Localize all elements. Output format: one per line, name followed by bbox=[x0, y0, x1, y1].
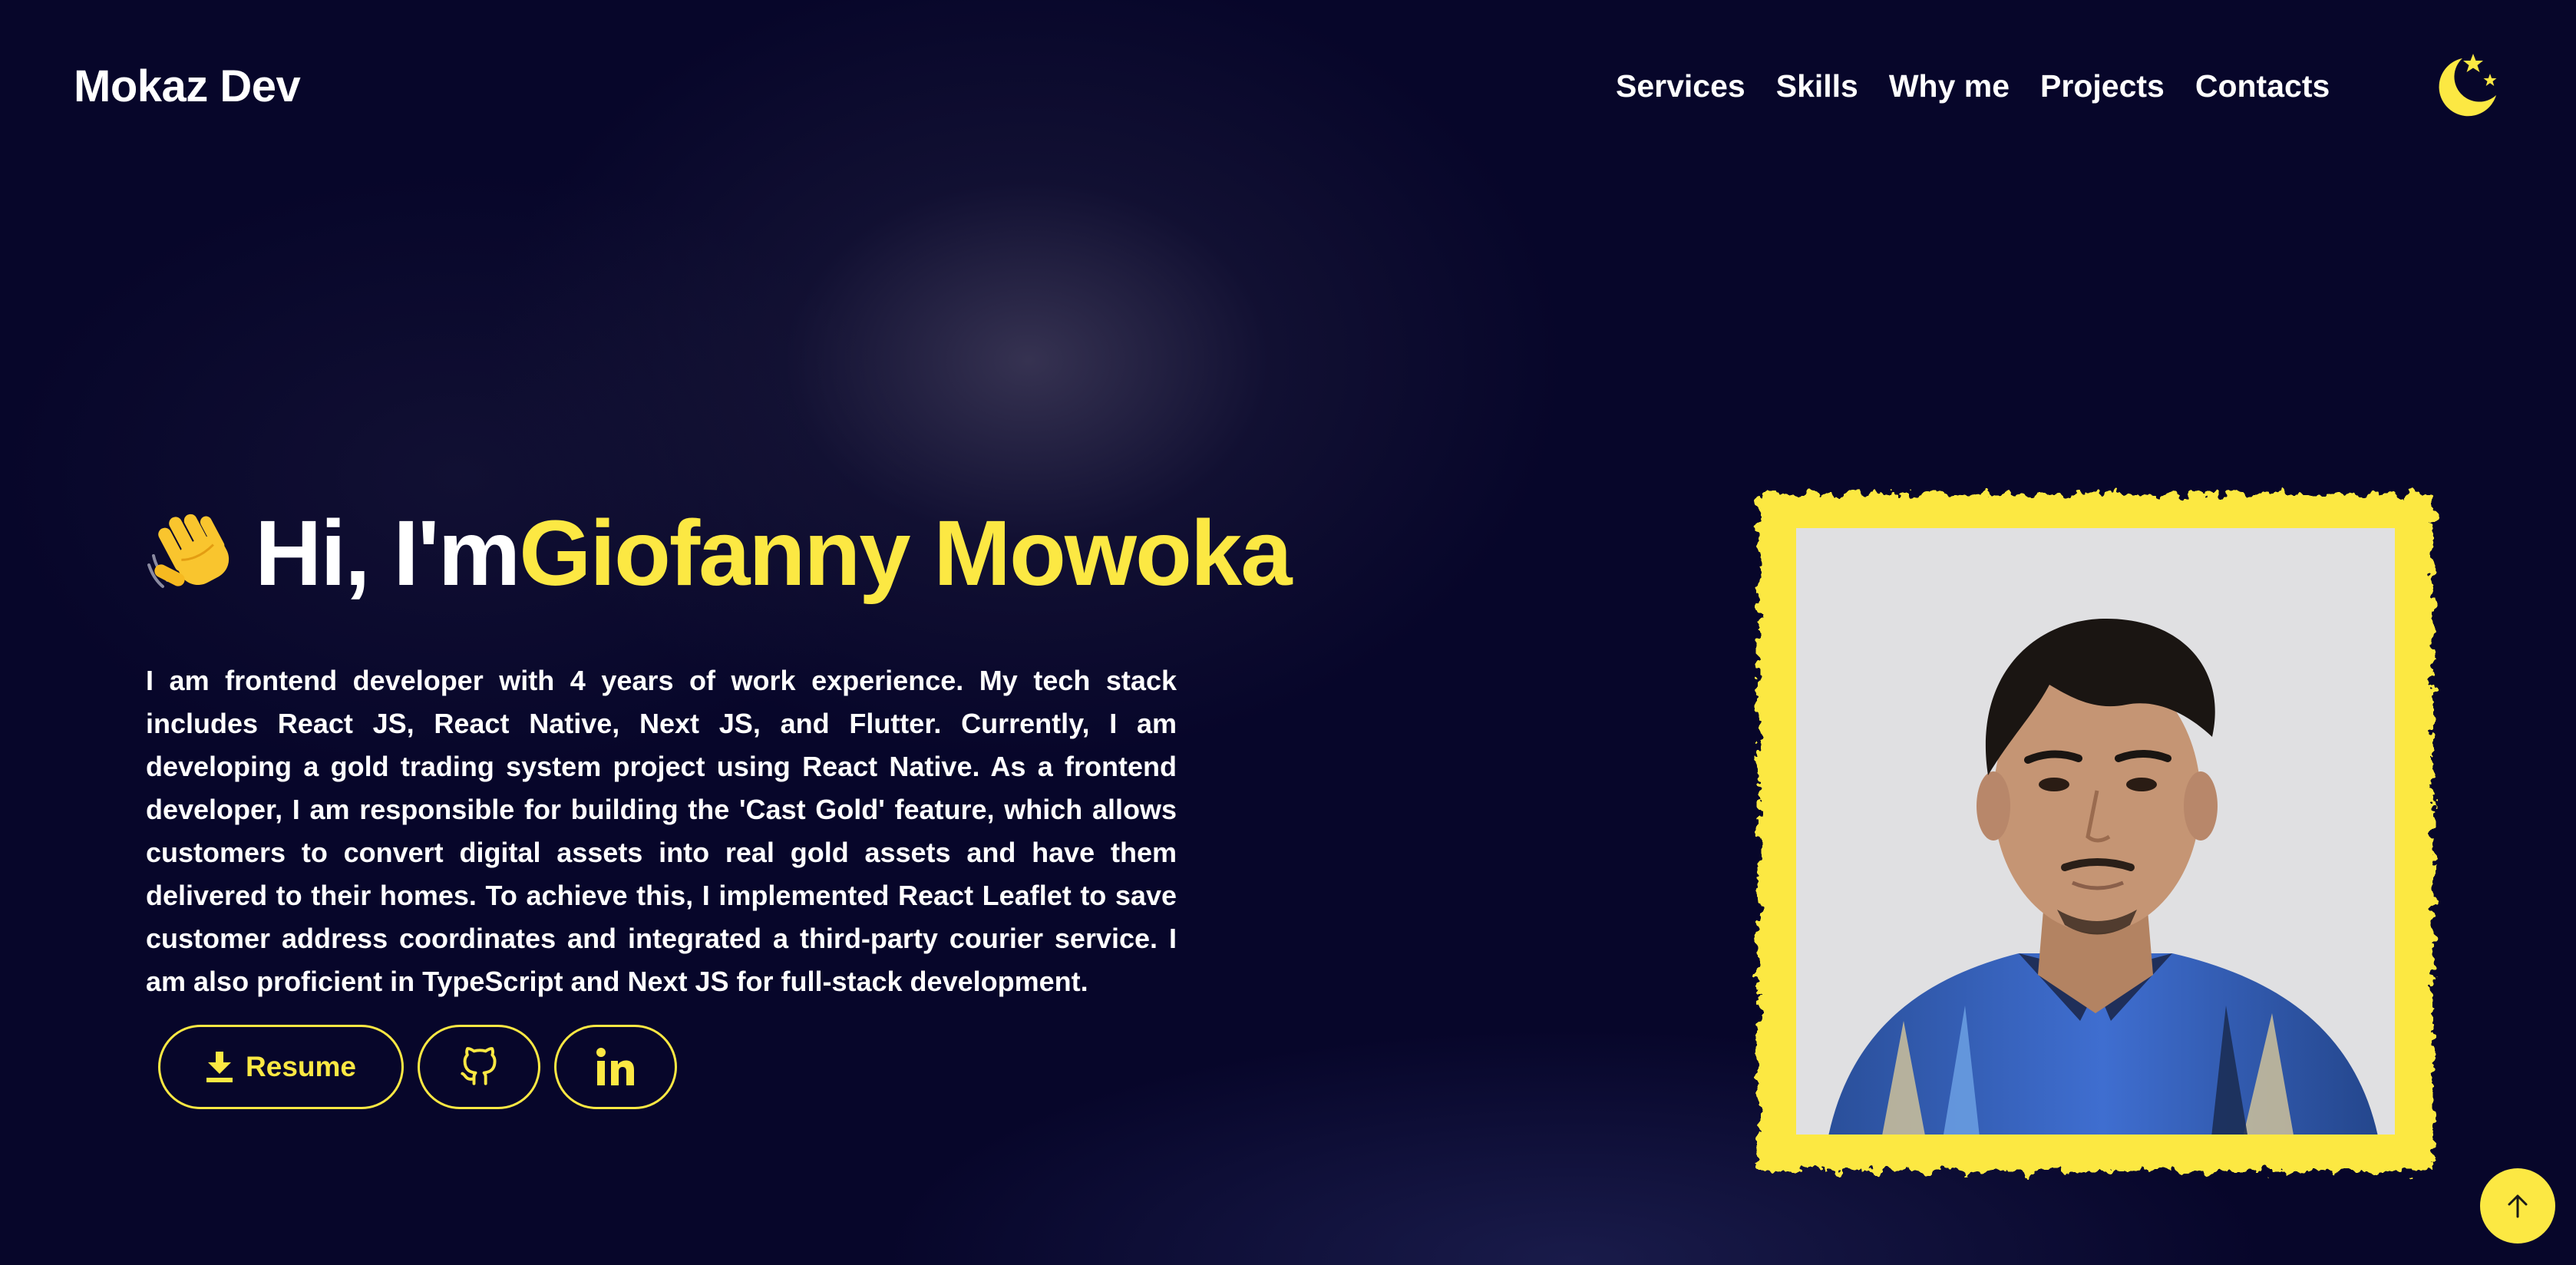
resume-button-label: Resume bbox=[246, 1051, 356, 1082]
profile-portrait bbox=[1742, 484, 2449, 1190]
download-icon bbox=[206, 1052, 233, 1082]
arrow-up-icon bbox=[2508, 1194, 2528, 1218]
hero-actions: Resume bbox=[158, 1025, 677, 1109]
moon-stars-icon bbox=[2439, 54, 2497, 117]
profile-photo bbox=[1758, 494, 2433, 1171]
linkedin-icon bbox=[596, 1048, 634, 1085]
nav-link-services[interactable]: Services bbox=[1616, 66, 1745, 106]
nav-link-why-me[interactable]: Why me bbox=[1889, 66, 2010, 106]
linkedin-button[interactable] bbox=[554, 1025, 677, 1109]
github-button[interactable] bbox=[418, 1025, 540, 1109]
hero-bio: I am frontend developer with 4 years of … bbox=[146, 665, 1177, 997]
waving-hand-icon bbox=[147, 514, 230, 588]
hero-name: Giofanny Mowoka bbox=[519, 500, 1292, 605]
nav-link-skills[interactable]: Skills bbox=[1776, 66, 1858, 106]
hero-heading: Hi, I'm Giofanny Mowoka bbox=[146, 499, 1293, 606]
theme-toggle-button[interactable] bbox=[2433, 52, 2502, 121]
site-logo[interactable]: Mokaz Dev bbox=[74, 60, 301, 114]
github-icon bbox=[461, 1047, 497, 1085]
hero-greeting: Hi, I'm bbox=[255, 500, 520, 605]
nav-link-contacts[interactable]: Contacts bbox=[2195, 66, 2330, 106]
nav-link-projects[interactable]: Projects bbox=[2040, 66, 2165, 106]
scroll-to-top-button[interactable] bbox=[2480, 1168, 2555, 1244]
main-nav: Services Skills Why me Projects Contacts bbox=[1616, 66, 2330, 106]
resume-button[interactable]: Resume bbox=[158, 1025, 404, 1109]
